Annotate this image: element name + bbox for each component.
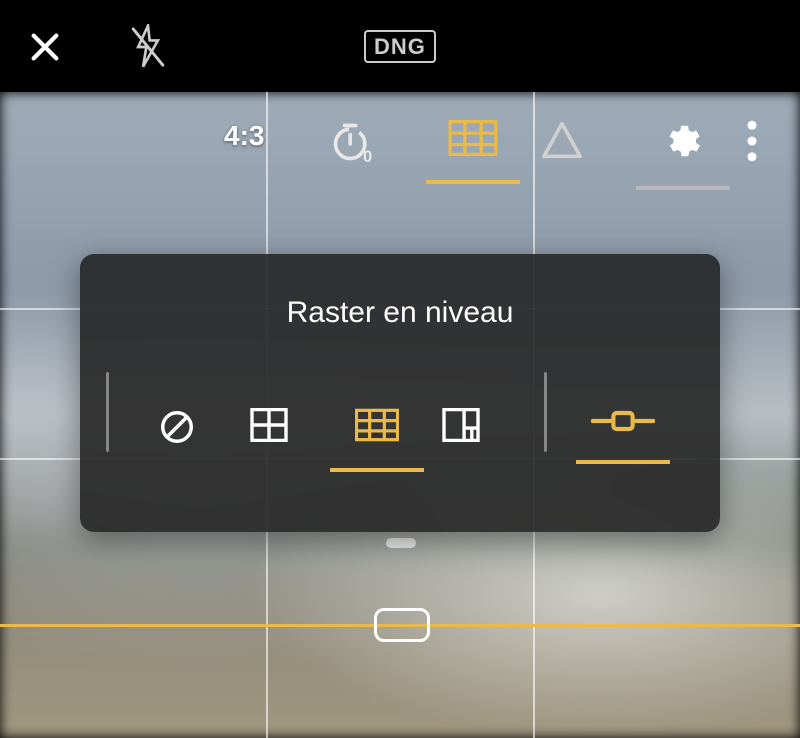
settings-button[interactable]	[636, 120, 730, 190]
file-format-toggle[interactable]: DNG	[364, 34, 436, 60]
panel-options-row	[80, 408, 720, 488]
settings-underline	[636, 186, 730, 190]
level-icon	[591, 408, 655, 434]
panel-title: Raster en niveau	[80, 296, 720, 330]
timer-icon: 0	[330, 120, 374, 164]
center-indicator	[386, 538, 416, 548]
grid-icon	[448, 120, 498, 156]
format-badge: DNG	[364, 30, 436, 63]
grid-3x3-option[interactable]	[330, 408, 424, 472]
aspect-ratio-button[interactable]: 4:3	[224, 120, 264, 152]
golden-ratio-icon	[442, 408, 480, 442]
more-vert-icon	[746, 120, 758, 162]
grid-overlay-button[interactable]	[426, 120, 520, 184]
close-icon	[28, 30, 62, 64]
aspect-ratio-label: 4:3	[224, 120, 264, 152]
active-underline	[330, 468, 424, 472]
grid-2x2-option[interactable]	[250, 408, 288, 442]
grid-2x2-icon	[250, 408, 288, 442]
active-underline	[576, 460, 670, 464]
timer-button[interactable]: 0	[330, 120, 374, 164]
level-handle[interactable]	[374, 608, 430, 642]
flash-off-icon	[128, 24, 168, 70]
grid-level-panel: Raster en niveau	[80, 254, 720, 532]
grid-golden-option[interactable]	[442, 408, 480, 442]
level-tool-option[interactable]	[576, 408, 670, 464]
svg-text:0: 0	[363, 148, 372, 164]
none-icon	[158, 408, 196, 446]
flash-toggle[interactable]	[128, 24, 168, 70]
close-button[interactable]	[28, 30, 62, 64]
gear-icon	[662, 120, 704, 162]
more-options-button[interactable]	[746, 120, 758, 162]
triangle-icon	[540, 120, 584, 160]
grid-none-option[interactable]	[158, 408, 196, 446]
top-bar: DNG	[0, 0, 800, 92]
active-underline	[426, 180, 520, 184]
grid-3x3-icon	[355, 408, 399, 442]
tool-row: 4:3 0	[0, 120, 800, 190]
histogram-button[interactable]	[540, 120, 584, 160]
